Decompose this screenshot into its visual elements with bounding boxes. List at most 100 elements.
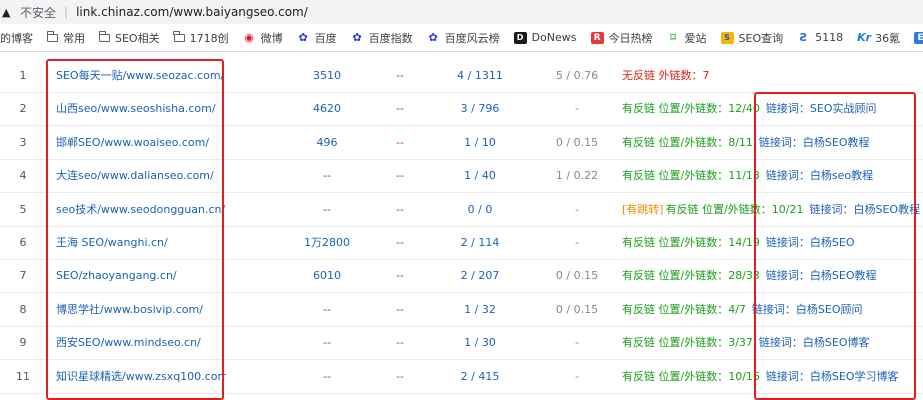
warning-triangle-icon[interactable]: ▲ [2,6,14,19]
ratio-value: 0 / 0.15 [555,135,599,149]
site-column-highlight-box [46,59,224,400]
links-value[interactable]: 2 / 207 [430,259,530,292]
pv-value[interactable]: 4620 [282,92,372,125]
bookmark-item[interactable]: 的博客 [0,30,33,46]
row-number: 1 [19,69,27,82]
row-number: 6 [19,236,27,249]
links-value[interactable]: 1 / 10 [430,126,530,159]
address-bar[interactable]: ▲ 不安全 | link.chinaz.com/www.baiyangseo.c… [0,0,923,24]
links-value[interactable]: 2 / 415 [430,360,530,393]
placeholder-value: -- [396,135,404,149]
row-number: 5 [19,202,27,216]
placeholder-value: -- [396,269,404,283]
bookmark-item[interactable]: ✿ 百度风云榜 [427,30,500,46]
bookmark-item[interactable]: ✿ 百度指数 [351,30,412,46]
baidu-paw-icon: ✿ [428,30,438,44]
backlink-status-text: 有反链 位置/外链数：8/11 [622,135,753,149]
row-number: 3 [19,135,27,149]
row-number: 4 [19,169,27,183]
backlink-status-text: 有反链 位置/外链数：12/40 [622,102,760,116]
ratio-value: 0 / 0.15 [555,302,599,316]
insecure-label[interactable]: 不安全 [20,4,56,21]
row-number: 7 [19,269,27,283]
pv-value[interactable]: -- [282,159,372,192]
links-value[interactable]: 3 / 796 [430,92,530,125]
bookmark-label: 36氪 [875,31,901,45]
placeholder-value: -- [396,336,404,350]
bookmark-label: 百度风云榜 [444,31,500,45]
bookmark-item[interactable]: E亿邦 [914,30,923,46]
placeholder-value: -- [396,169,404,183]
links-value[interactable]: 0 / 0 [430,193,530,226]
pv-value[interactable]: -- [282,326,372,359]
bookmark-label: SEO相关 [115,31,160,45]
address-separator: | [64,5,69,19]
placeholder-value: -- [396,202,404,216]
5118-icon: Ƨ [799,30,808,44]
bookmark-item[interactable]: Kr 36氪 [857,30,900,46]
ratio-value: 0 / 0.15 [555,269,599,283]
placeholder-value: -- [396,369,404,383]
36kr-icon: Kr [857,30,872,44]
bookmark-item[interactable]: R 今日热榜 [590,30,653,46]
bookmark-label: 5118 [815,31,844,44]
backlink-status-text: 有反链 位置/外链数：4/7 [622,302,746,316]
placeholder-value: -- [396,236,404,249]
seo-query-icon: S [720,31,734,44]
bookmark-label: SEO查询 [738,31,784,45]
folder-icon [173,30,185,42]
baidu-paw-icon: ✿ [352,30,362,44]
placeholder-value: -- [396,302,404,316]
pv-value[interactable]: -- [282,293,372,326]
bookmark-label: 今日热榜 [608,31,653,45]
bookmark-item[interactable]: S SEO查询 [720,30,784,46]
keyword-column-highlight-box [754,92,916,400]
backlink-status-text: 有反链 位置/外链数：14/19 [622,236,760,249]
bookmark-label: 微博 [260,31,283,45]
ratio-value: 5 / 0.76 [555,69,599,82]
bookmark-item[interactable]: 1718创 [173,30,229,46]
bookmark-item[interactable]: 常用 [46,30,85,46]
ratio-value: 1 / 0.22 [555,169,599,183]
weibo-icon: ◉ [244,30,254,44]
placeholder-value: -- [396,102,404,116]
ratio-value: - [575,236,579,249]
backlink-status-text: 有反链 位置/外链数：28/33 [622,269,760,283]
pv-value[interactable]: 496 [282,126,372,159]
yibang-icon: E [914,31,923,44]
bookmark-label: 常用 [63,31,85,45]
links-value[interactable]: 1 / 40 [430,159,530,192]
links-value[interactable]: 1 / 32 [430,293,530,326]
bookmarks-bar: 的博客 常用 SEO相关 1718创 ◉ 微博 ✿ 百度 ✿ 百度指数 ✿ 百度风云榜 D DoNews R… [0,24,923,52]
backlink-status-text: 有反链 位置/外链数：3/37 [622,336,753,350]
bookmark-item[interactable]: Ƨ 5118 [797,31,843,44]
row-number: 2 [19,102,27,116]
ratio-value: - [575,102,579,116]
backlink-status-text: 有反链 位置/外链数：11/13 [622,169,760,183]
bookmark-item[interactable]: ✿ 百度 [297,30,337,46]
pv-value[interactable]: -- [282,360,372,393]
bookmark-item[interactable]: SEO相关 [98,30,160,46]
bookmark-label: 爱站 [684,31,707,45]
pv-value[interactable]: -- [282,193,372,226]
links-value[interactable]: 4 / 1311 [430,59,530,92]
bookmark-label: DoNews [531,31,577,44]
redirect-badge: [有跳转] [622,202,664,216]
bookmark-item[interactable]: D DoNews [513,31,577,44]
baidu-paw-icon: ✿ [298,30,308,44]
links-value[interactable]: 1 / 30 [430,326,530,359]
pv-value[interactable]: 3510 [282,59,372,92]
url-text[interactable]: link.chinaz.com/www.baiyangseo.com/ [76,5,308,19]
ratio-value: - [575,202,579,216]
pv-value[interactable]: 6010 [282,259,372,292]
bookmark-item[interactable]: ◉ 微博 [243,30,283,46]
ratio-value: - [575,336,579,350]
folder-icon [46,30,58,42]
folder-icon [98,30,110,42]
bookmark-item[interactable]: ⌑ 爱站 [667,30,707,46]
links-value[interactable]: 2 / 114 [430,226,530,259]
donews-icon: D [513,31,527,44]
pv-value[interactable]: 1万2800 [282,226,372,259]
hot-list-icon: R [590,31,604,44]
bookmark-label: 百度 [314,31,337,45]
